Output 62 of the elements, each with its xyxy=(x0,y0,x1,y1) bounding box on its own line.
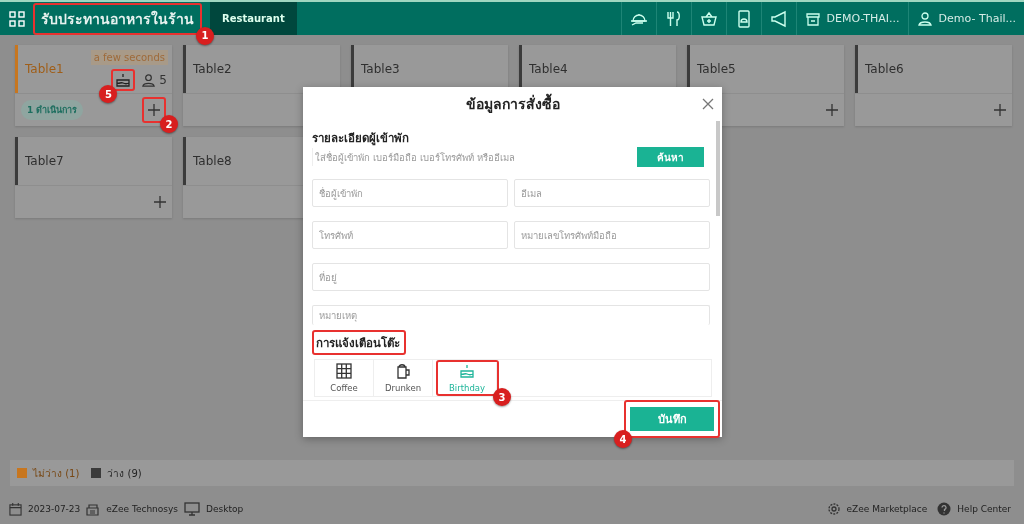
property-selector[interactable]: DEMO-THAI... xyxy=(795,2,908,35)
cake-icon xyxy=(459,363,475,379)
alert-option[interactable]: Birthday xyxy=(438,362,497,394)
table-name: Table1 xyxy=(25,62,64,76)
alert-option[interactable]: Drunken xyxy=(374,360,433,396)
table-name: Table3 xyxy=(361,62,400,76)
input-field[interactable]: โทรศัพท์ xyxy=(312,221,508,249)
legend-label: ว่าง (9) xyxy=(107,466,142,481)
plus-icon[interactable] xyxy=(148,104,160,116)
page-title: รับประทานอาหารในร้าน xyxy=(40,9,195,29)
stack-icon xyxy=(86,502,101,516)
table-name: Table8 xyxy=(193,154,232,168)
orders-pill: 1 ดำเนินการ xyxy=(21,100,84,120)
callout-badge: 1 xyxy=(196,26,214,45)
property-name: DEMO-THAI... xyxy=(826,12,900,25)
device-text: Desktop xyxy=(206,504,244,514)
table-card[interactable]: Table7 xyxy=(15,137,172,218)
callout-badge: 4 xyxy=(614,430,632,448)
callout-badge: 5 xyxy=(99,85,118,103)
user-name: Demo- Thail... xyxy=(938,12,1016,25)
date-text: 2023-07-23 xyxy=(28,504,81,514)
legend-label: ไม่ว่าง (1) xyxy=(33,466,80,481)
callout-badge: 2 xyxy=(160,115,178,133)
search-button[interactable]: ค้นหา xyxy=(637,147,704,167)
restaurant-tab[interactable]: Restaurant xyxy=(210,2,297,35)
table-name: Table2 xyxy=(193,62,232,76)
settings-icon[interactable] xyxy=(826,502,841,516)
input-field[interactable]: หมายเหตุ xyxy=(312,305,710,325)
plus-icon[interactable] xyxy=(826,104,838,116)
input-field[interactable]: ที่อยู่ xyxy=(312,263,710,291)
plus-icon[interactable] xyxy=(154,196,166,208)
input-field[interactable]: หมายเลขโทรศัพท์มือถือ xyxy=(514,221,710,249)
help-icon[interactable] xyxy=(937,502,952,516)
calendar-icon xyxy=(9,502,22,516)
megaphone-icon[interactable] xyxy=(768,8,789,29)
user-menu[interactable]: Demo- Thail... xyxy=(907,2,1024,35)
help-center-link[interactable]: Help Center xyxy=(957,504,1011,514)
marketplace-link[interactable]: eZee Marketplace xyxy=(846,504,928,514)
save-button[interactable]: บันทึก xyxy=(630,407,714,431)
scrollbar[interactable] xyxy=(716,121,720,216)
input-field[interactable]: ชื่อผู้เข้าพัก xyxy=(312,179,508,207)
user-icon xyxy=(916,10,933,27)
store-icon xyxy=(804,10,821,27)
guest-count: 5 xyxy=(159,73,167,87)
table-name: Table4 xyxy=(529,62,568,76)
input-field[interactable]: อีเมล xyxy=(514,179,710,207)
plus-icon[interactable] xyxy=(994,104,1006,116)
grid-icon xyxy=(336,363,352,379)
section-heading: การแจ้งเตือนโต๊ะ xyxy=(316,335,400,352)
table-name: Table6 xyxy=(865,62,904,76)
person-icon xyxy=(141,72,157,88)
table-name: Table5 xyxy=(697,62,736,76)
callout-badge: 3 xyxy=(493,388,511,406)
alert-option[interactable]: Coffee xyxy=(315,360,374,396)
elapsed-time-badge: a few seconds xyxy=(90,50,168,65)
monitor-icon xyxy=(184,502,201,516)
company-text: eZee Technosys xyxy=(106,504,179,514)
close-icon[interactable] xyxy=(702,98,714,110)
table-name: Table7 xyxy=(25,154,64,168)
table-card[interactable]: Table6 xyxy=(855,45,1012,126)
apps-grid-icon[interactable] xyxy=(9,10,25,27)
mug-icon xyxy=(395,363,411,379)
